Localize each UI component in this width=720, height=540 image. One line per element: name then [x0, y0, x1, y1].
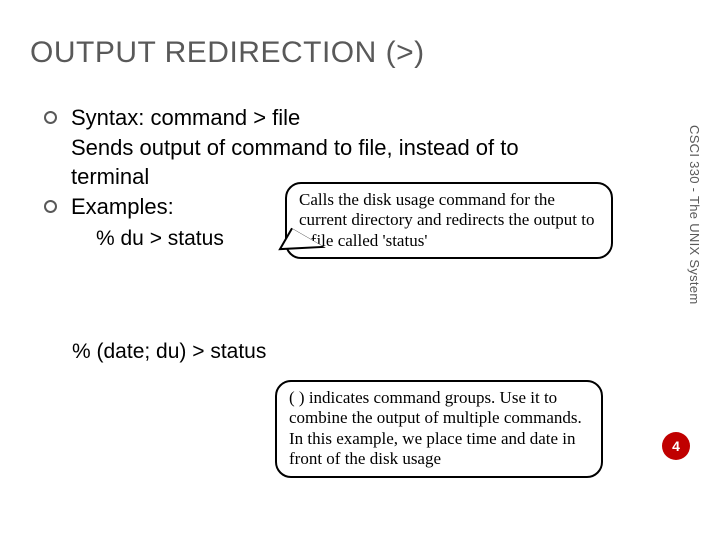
page-number: 4 — [672, 438, 680, 454]
callout-2: ( ) indicates command groups. Use it to … — [275, 380, 603, 478]
syntax-desc-line1: Sends output of command to file, instead… — [71, 134, 604, 162]
slide-title: OUTPUT REDIRECTION (>) — [30, 36, 425, 70]
example-2: % (date; du) > status — [72, 340, 266, 364]
page-number-badge: 4 — [662, 432, 690, 460]
bullet-icon — [44, 111, 57, 124]
side-label: CSCI 330 - The UNIX System — [687, 125, 702, 305]
examples-label: Examples: — [71, 193, 174, 221]
callout-1: Calls the disk usage command for the cur… — [285, 182, 613, 259]
bullet-icon — [44, 200, 57, 213]
bullet-syntax: Syntax: command > file — [44, 104, 604, 132]
syntax-text: Syntax: command > file — [71, 104, 300, 132]
